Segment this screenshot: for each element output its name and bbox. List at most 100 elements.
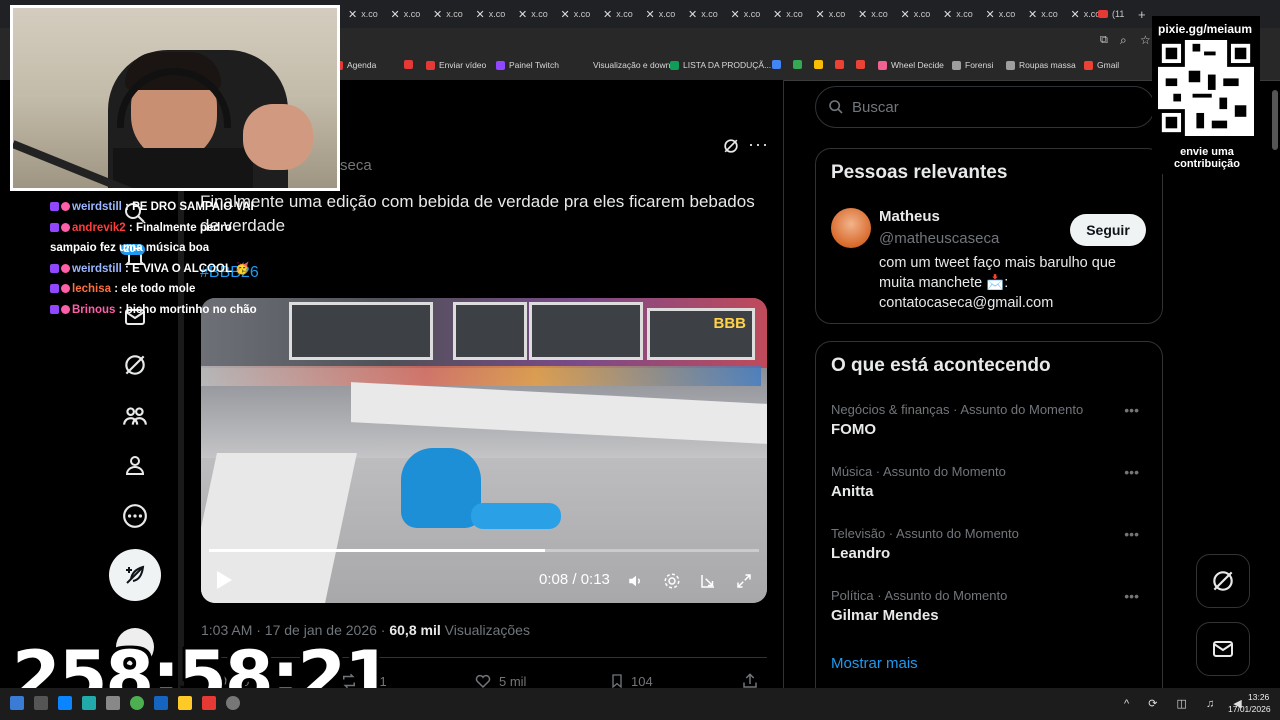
bookmark-item[interactable]: LISTA DA PRODUÇÃ... <box>670 60 771 70</box>
browser-tab[interactable]: ✕ x.co <box>476 6 506 22</box>
chat-message: weirdstill : E VIVA O ALCOOL 🥳 <box>50 259 280 280</box>
bookmark-item[interactable] <box>856 60 865 69</box>
bookmark-item[interactable]: Roupas massa <box>1006 60 1076 70</box>
x-logo-icon: ✕ <box>985 8 995 21</box>
grok-icon[interactable] <box>118 348 152 382</box>
star-icon[interactable]: ☆ <box>1140 33 1151 47</box>
browser-tab[interactable]: ✕ x.co <box>561 6 591 22</box>
bookmark-favicon-icon <box>496 60 505 70</box>
browser-tab[interactable]: ✕ x.co <box>603 6 633 22</box>
bookmark-item[interactable]: Agenda <box>334 60 376 70</box>
bookmark-label: Painel Twitch <box>509 60 559 70</box>
settings-gear-icon[interactable] <box>663 572 681 595</box>
tweet-text: Finalmente uma edição com bebida de verd… <box>200 192 755 235</box>
trend-more-icon[interactable]: ••• <box>1124 402 1139 418</box>
play-icon[interactable] <box>215 570 233 595</box>
x-logo-icon: ✕ <box>900 8 910 21</box>
user-badge-icon <box>61 202 70 212</box>
bookmark-favicon-icon <box>404 60 413 69</box>
bookmark-item[interactable] <box>404 60 413 69</box>
grok-tweet-icon[interactable] <box>721 136 741 161</box>
x-logo-icon: ✕ <box>603 8 613 21</box>
browser-tab-youtube[interactable]: (11 <box>1098 6 1124 22</box>
grok-fab-button[interactable] <box>1196 554 1250 608</box>
chat-username: weirdstill <box>72 201 122 213</box>
bookmark-label: Enviar vídeo <box>439 60 487 70</box>
bookmark-item[interactable] <box>793 60 802 69</box>
taskbar-app-icons[interactable] <box>10 696 240 710</box>
bookmark-item[interactable]: Wheel Decide <box>878 60 944 70</box>
browser-tab[interactable]: ✕ x.co <box>646 6 676 22</box>
volume-icon[interactable] <box>627 572 645 595</box>
fullscreen-icon[interactable] <box>735 572 753 595</box>
communities-icon[interactable] <box>118 399 152 433</box>
taskbar-date[interactable]: 17/01/2026 <box>1228 704 1271 714</box>
tweet-handle[interactable]: seca <box>340 157 372 174</box>
browser-tab[interactable]: ✕ x.co <box>986 6 1016 22</box>
browser-tab[interactable]: ✕ x.co <box>943 6 973 22</box>
person-avatar[interactable] <box>831 208 871 248</box>
browser-tab[interactable]: ✕ x.co <box>688 6 718 22</box>
tweet-more-icon[interactable]: ··· <box>748 134 769 155</box>
new-tab-button[interactable]: + <box>1138 6 1146 22</box>
chat-username: Brinous <box>72 303 116 316</box>
browser-tab[interactable]: ✕ x.co <box>858 6 888 22</box>
youtube-icon <box>1098 10 1108 18</box>
bookmark-count: 104 <box>631 673 653 689</box>
browser-tab[interactable]: ✕ x.co <box>1028 6 1058 22</box>
trend-category: Política · Assunto do Momento <box>831 588 1008 603</box>
browser-tab[interactable]: ✕ x.co <box>816 6 846 22</box>
show-more-link[interactable]: Mostrar mais <box>831 655 918 672</box>
bookmark-item[interactable] <box>835 60 844 69</box>
pixie-donation-box: pixie.gg/meiaum envie uma contribuição <box>1152 16 1260 174</box>
trend-item[interactable]: Negócios & finanças · Assunto do Momento… <box>831 402 1149 438</box>
bookmark-item[interactable]: Enviar vídeo <box>426 60 486 70</box>
bookmark-item[interactable]: Visualização e down... <box>580 60 677 70</box>
messages-fab-button[interactable] <box>1196 622 1250 676</box>
bookmark-item[interactable] <box>772 60 781 69</box>
browser-tab[interactable]: ✕ x.co <box>901 6 931 22</box>
browser-tab-label: x.co <box>871 9 888 19</box>
search-icon <box>829 100 843 114</box>
trend-more-icon[interactable]: ••• <box>1124 588 1139 604</box>
more-icon[interactable] <box>118 499 152 533</box>
browser-tab[interactable]: ✕ x.co <box>518 6 548 22</box>
bookmark-item[interactable]: Forensi <box>952 60 993 70</box>
compose-post-button[interactable] <box>109 549 161 601</box>
trend-item[interactable]: Televisão · Assunto do Momento Leandro ••• <box>831 526 1149 562</box>
browser-tab[interactable]: ✕ x.co <box>773 6 803 22</box>
like-count: 5 mil <box>499 673 527 689</box>
sub-badge-icon <box>50 263 59 273</box>
browser-tab[interactable]: ✕ x.co <box>391 6 421 22</box>
tweet-video-player[interactable]: BBB 0:08 / 0:13 <box>201 298 767 603</box>
feather-icon <box>126 565 145 584</box>
trend-more-icon[interactable]: ••• <box>1124 464 1139 480</box>
webcam-shirt <box>113 148 253 188</box>
bbb-logo: BBB <box>713 315 747 332</box>
browser-tab[interactable]: ✕ x.co <box>433 6 463 22</box>
browser-tab[interactable]: ✕ x.co <box>348 6 378 22</box>
search-box[interactable]: Buscar <box>815 86 1155 128</box>
trend-item[interactable]: Música · Assunto do Momento Anitta ••• <box>831 464 1149 500</box>
page-scrollbar[interactable] <box>1272 90 1278 150</box>
taskbar-time[interactable]: 13:26 <box>1248 692 1269 702</box>
bookmark-favicon-icon <box>835 60 844 69</box>
user-badge-icon <box>61 263 70 273</box>
extensions-icon[interactable]: ⧉ <box>1100 34 1108 47</box>
person-name[interactable]: Matheus <box>879 208 940 225</box>
bookmark-favicon-icon <box>1006 60 1015 70</box>
bookmark-item[interactable] <box>814 60 823 69</box>
chat-separator: : <box>125 221 136 234</box>
zoom-icon[interactable]: ⌕ <box>1120 33 1127 48</box>
bookmark-item[interactable]: Gmail <box>1084 60 1119 70</box>
person-handle[interactable]: @matheuscaseca <box>879 230 999 247</box>
trend-item[interactable]: Política · Assunto do Momento Gilmar Mend… <box>831 588 1149 624</box>
profile-icon[interactable] <box>118 448 152 482</box>
bookmark-item[interactable]: Painel Twitch <box>496 60 559 70</box>
pip-icon[interactable] <box>699 572 717 595</box>
browser-tab[interactable]: ✕ x.co <box>731 6 761 22</box>
browser-tab[interactable]: ✕ x.co <box>1071 6 1101 22</box>
follow-button[interactable]: Seguir <box>1070 214 1146 246</box>
trend-name: Leandro <box>831 545 891 562</box>
trend-more-icon[interactable]: ••• <box>1124 526 1139 542</box>
